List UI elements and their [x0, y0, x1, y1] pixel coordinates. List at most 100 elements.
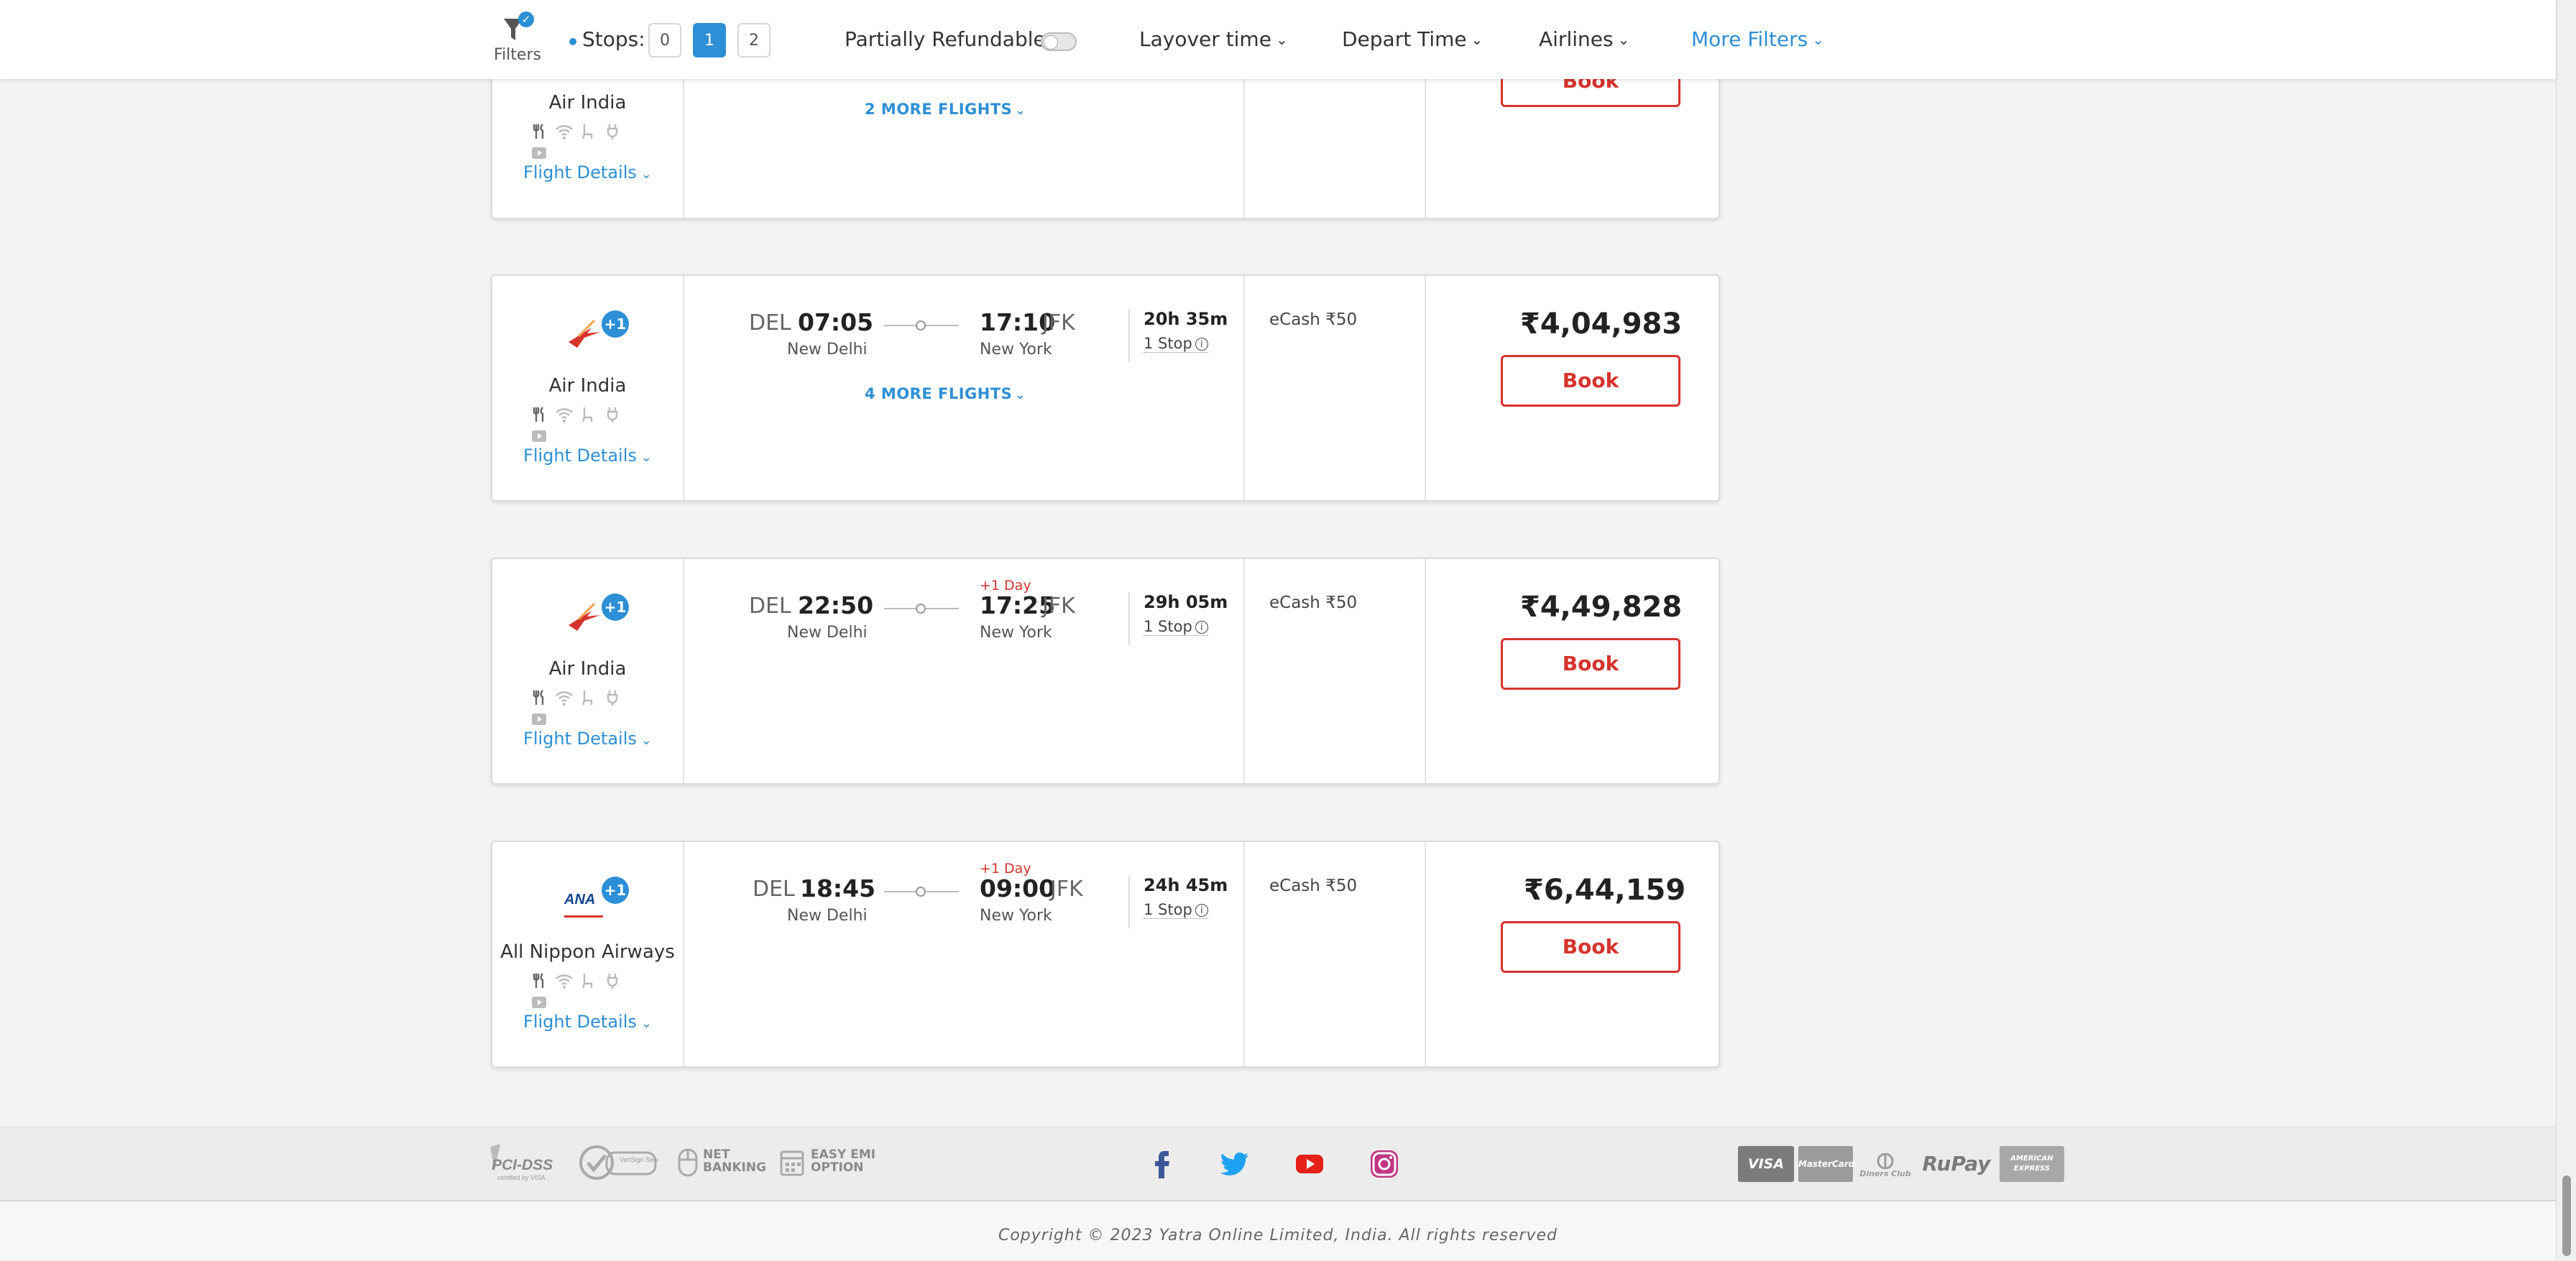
stops-info[interactable]: 1 Stop i	[1144, 618, 1208, 636]
entertainment-icon	[530, 710, 551, 730]
flight-details-link[interactable]: Flight Details ⌄	[492, 1012, 683, 1032]
chevron-down-icon: ⌄	[1275, 31, 1288, 48]
flight-card: ANA +1 All Nippon Airways Flight Details…	[491, 841, 1720, 1068]
copyright: Copyright © 2023 Yatra Online Limited, I…	[998, 1227, 1558, 1244]
info-icon: i	[1195, 621, 1208, 634]
more-airlines-badge: +1	[602, 593, 629, 621]
stop-dot	[916, 887, 926, 897]
layover-time-dropdown[interactable]: Layover time ⌄	[1139, 27, 1288, 51]
chevron-down-icon: ⌄	[1015, 388, 1026, 402]
stops-info[interactable]: 1 Stop i	[1144, 335, 1208, 353]
destination-city: New York	[980, 624, 1052, 642]
destination-city: New York	[980, 341, 1052, 359]
ecash: eCash ₹50	[1269, 877, 1358, 895]
airline-name: Air India	[548, 375, 627, 397]
flight-details-link[interactable]: Flight Details ⌄	[492, 162, 683, 183]
air-india-logo	[563, 313, 606, 352]
verisign-text: VeriSign Secured	[620, 1156, 658, 1163]
stops-option-0[interactable]: 0	[648, 23, 681, 57]
visa-logo: VISA	[1738, 1146, 1794, 1182]
air-india-logo	[563, 596, 606, 635]
amenities	[530, 971, 645, 1008]
meal-icon	[530, 971, 551, 992]
wifi-icon	[554, 405, 576, 425]
airline-name: All Nippon Airways	[500, 941, 675, 963]
meal-icon	[530, 688, 551, 708]
check-badge-icon: ✓	[518, 11, 534, 27]
chevron-down-icon: ⌄	[1812, 31, 1825, 48]
depart-time-dropdown[interactable]: Depart Time ⌄	[1342, 27, 1483, 51]
chevron-down-icon: ⌄	[1471, 31, 1484, 48]
scrollbar[interactable]	[2556, 0, 2576, 1260]
meal-icon	[530, 405, 551, 425]
seat-icon	[579, 971, 600, 992]
seat-icon	[579, 688, 600, 708]
more-flights-link[interactable]: 2 MORE FLIGHTS ⌄	[865, 101, 1026, 118]
chevron-down-icon: ⌄	[640, 1016, 652, 1031]
results-page: Air India Flight Details ⌄ 2 MORE FLIGHTS…	[0, 0, 2556, 1261]
ana-logo: ANA	[563, 882, 606, 921]
flight-card: +1 Air India Flight Details ⌄ DEL 07:05 N…	[491, 274, 1720, 502]
entertainment-icon	[530, 427, 551, 447]
partially-refundable-toggle[interactable]	[1041, 32, 1077, 51]
amex-logo: AMERICAN EXPRESS	[2000, 1146, 2064, 1182]
wifi-icon	[554, 971, 576, 992]
info-icon: i	[1195, 904, 1208, 917]
more-flights-link[interactable]: 4 MORE FLIGHTS ⌄	[865, 385, 1026, 402]
book-button[interactable]: Book	[1501, 638, 1680, 690]
more-filters-dropdown[interactable]: More Filters ⌄	[1691, 27, 1824, 51]
rupay-logo: RuPay	[1922, 1152, 1991, 1175]
instagram-icon[interactable]	[1368, 1147, 1401, 1181]
diners-club-text: Diners Club	[1859, 1169, 1911, 1178]
price: ₹6,44,159	[1524, 874, 1686, 907]
seat-icon	[579, 405, 600, 425]
facebook-icon[interactable]	[1146, 1147, 1179, 1181]
stops-label: Stops:	[582, 27, 645, 51]
meal-icon	[530, 122, 551, 142]
destination-city: New York	[980, 907, 1052, 925]
origin-code: DEL	[749, 310, 791, 336]
origin-city: New Delhi	[787, 907, 868, 925]
flight-details-link[interactable]: Flight Details ⌄	[492, 445, 683, 466]
depart-time: 18:45	[800, 874, 876, 902]
filter-bar: ✓ Filters Stops: 0 1 2 Partially Refunda…	[0, 0, 2556, 79]
chevron-down-icon: ⌄	[640, 450, 652, 465]
power-icon	[603, 688, 625, 708]
chevron-down-icon: ⌄	[640, 733, 652, 748]
destination-code: JFK	[1042, 310, 1075, 336]
twitter-icon[interactable]	[1218, 1147, 1251, 1181]
chevron-down-icon: ⌄	[1617, 31, 1630, 48]
power-icon	[603, 122, 625, 142]
origin-code: DEL	[753, 877, 795, 902]
svg-text:ANA: ANA	[564, 892, 595, 907]
airlines-dropdown[interactable]: Airlines ⌄	[1539, 27, 1629, 51]
mastercard-logo: MasterCard	[1798, 1146, 1854, 1182]
origin-code: DEL	[749, 593, 791, 619]
seat-icon	[579, 122, 600, 142]
stops-option-2[interactable]: 2	[737, 23, 770, 57]
wifi-icon	[554, 688, 576, 708]
ecash: eCash ₹50	[1269, 310, 1358, 329]
power-icon	[603, 405, 625, 425]
price: ₹4,04,983	[1520, 308, 1683, 341]
stops-info[interactable]: 1 Stop i	[1144, 901, 1208, 919]
verisign-badge: VeriSign Secured	[578, 1142, 670, 1183]
entertainment-icon	[530, 144, 551, 164]
flight-details-link[interactable]: Flight Details ⌄	[492, 729, 683, 749]
pci-dss-badge: PCI-DSS certified by VISA	[486, 1142, 558, 1183]
ecash: eCash ₹50	[1269, 593, 1358, 612]
filter-icon: ✓	[501, 11, 534, 45]
stops-option-1[interactable]: 1	[693, 23, 726, 57]
book-button[interactable]: Book	[1501, 921, 1680, 973]
net-banking-badge: NET BANKING	[703, 1147, 767, 1175]
airline-name: Air India	[548, 658, 627, 680]
mouse-icon	[676, 1147, 700, 1178]
scrollbar-thumb[interactable]	[2562, 1175, 2571, 1256]
filters-button[interactable]: ✓ Filters	[489, 11, 546, 64]
airline-name: Air India	[548, 92, 627, 114]
info-icon: i	[1195, 338, 1208, 351]
youtube-icon[interactable]	[1293, 1147, 1326, 1181]
active-dot	[569, 38, 576, 45]
book-button[interactable]: Book	[1501, 355, 1680, 407]
origin-city: New Delhi	[787, 624, 868, 642]
